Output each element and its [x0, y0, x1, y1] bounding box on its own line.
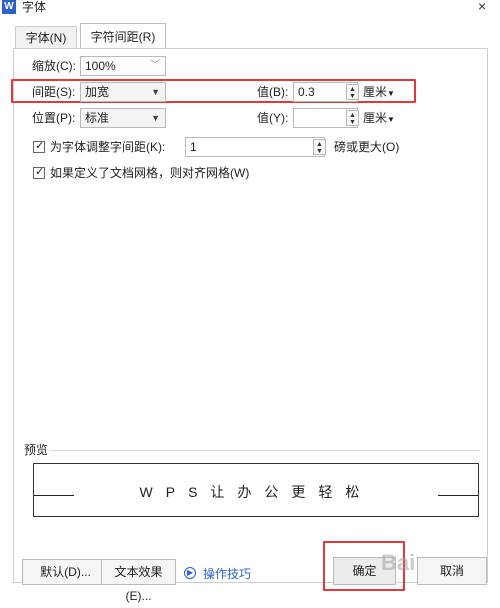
tab-font[interactable]: 字体(N)	[15, 26, 77, 48]
preview-baseline-left	[34, 495, 74, 496]
window-title: 字体	[22, 0, 47, 14]
scale-combo[interactable]: 100% ﹀	[80, 56, 166, 76]
chevron-down-icon: ﹀	[150, 60, 160, 71]
preview-sample-text: WPS让办公更轻松	[139, 484, 373, 500]
spacing-amount-value: 0.3	[298, 85, 315, 99]
position-amount-label: 值(Y):	[257, 111, 289, 125]
kerning-suffix: 磅或更大(O)	[334, 140, 400, 154]
spin-up-icon: ▲	[349, 112, 356, 119]
spacing-value: 加宽	[85, 85, 110, 99]
spin-up-icon: ▲	[349, 86, 356, 93]
spacing-unit[interactable]: 厘米▼	[363, 83, 395, 103]
close-icon[interactable]: ×	[478, 0, 486, 14]
unit-caret-icon: ▼	[387, 89, 395, 98]
spin-up-icon: ▲	[316, 141, 323, 148]
kerning-value: 1	[190, 140, 197, 154]
text-effects-button[interactable]: 文本效果(E)...	[101, 559, 176, 603]
spacing-amount-spinner[interactable]: ▲ ▼	[346, 84, 359, 100]
spin-down-icon: ▼	[316, 148, 323, 155]
cancel-button[interactable]: 取消	[417, 557, 487, 585]
position-label: 位置(P):	[32, 111, 76, 125]
spin-down-icon: ▼	[349, 119, 356, 126]
position-value: 标准	[85, 111, 110, 125]
kerning-input[interactable]: 1	[185, 137, 325, 157]
tab-character-spacing[interactable]: 字符间距(R)	[80, 23, 166, 49]
position-unit-label: 厘米	[363, 111, 388, 125]
wps-writer-icon: W	[2, 0, 16, 14]
preview-baseline-right	[438, 495, 478, 496]
spacing-select[interactable]: 加宽 ▼	[80, 82, 166, 102]
caret-down-icon: ▼	[151, 87, 160, 97]
kerning-checkbox[interactable]: ✓	[33, 140, 45, 153]
position-unit[interactable]: 厘米▼	[363, 109, 395, 129]
spin-down-icon: ▼	[349, 93, 356, 100]
caret-down-icon: ▼	[151, 113, 160, 123]
position-amount-spinner[interactable]: ▲ ▼	[346, 110, 359, 126]
spacing-amount-label: 值(B):	[257, 85, 289, 99]
kerning-label: 为字体调整字间距(K):	[50, 140, 166, 154]
preview-box: WPS让办公更轻松	[33, 463, 479, 517]
title-bar: W 字体 ×	[0, 0, 500, 18]
play-circle-icon[interactable]: ▶	[184, 567, 196, 579]
snap-to-grid-checkbox[interactable]: ✓	[33, 166, 45, 179]
scale-value: 100%	[85, 59, 116, 73]
spacing-unit-label: 厘米	[363, 85, 388, 99]
watermark-logo: Bai	[381, 550, 416, 575]
preview-label: 预览	[24, 443, 49, 457]
unit-caret-icon: ▼	[387, 115, 395, 124]
default-button[interactable]: 默认(D)...	[22, 559, 109, 585]
preview-group-divider	[50, 450, 480, 451]
checkmark-icon: ✓	[35, 166, 45, 178]
tips-link[interactable]: 操作技巧	[203, 565, 251, 582]
checkmark-icon: ✓	[35, 140, 45, 152]
scale-label: 缩放(C):	[32, 59, 76, 73]
kerning-spinner[interactable]: ▲ ▼	[313, 139, 326, 155]
snap-to-grid-label: 如果定义了文档网格，则对齐网格(W)	[50, 166, 250, 180]
spacing-label: 间距(S):	[32, 85, 76, 99]
position-select[interactable]: 标准 ▼	[80, 108, 166, 128]
